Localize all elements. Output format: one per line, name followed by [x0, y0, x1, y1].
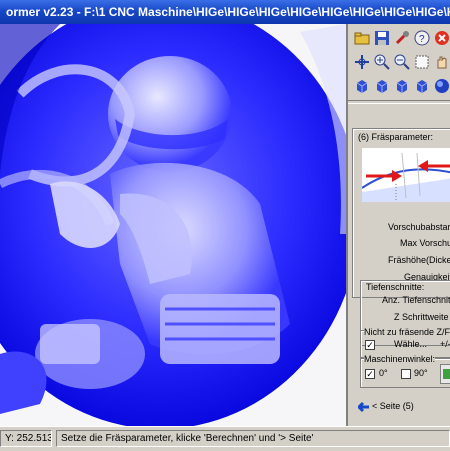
- view-cube-top-icon[interactable]: [394, 78, 410, 94]
- fraeshoehe-label: Fräshöhe(Dicke):: [388, 255, 450, 265]
- back-page-label: < Seite (5): [372, 401, 414, 411]
- angle-90-checkbox[interactable]: [401, 369, 411, 379]
- right-panel: ? (6) Fräsparameter: Vorschubabsta Max V…: [346, 24, 450, 426]
- angle-90-label: 90°: [414, 368, 428, 378]
- zoom-in-icon[interactable]: [374, 54, 390, 70]
- relief-render: [0, 24, 346, 426]
- waehle-label[interactable]: Wähle...: [394, 339, 427, 349]
- anz-tiefenschnitte-label: Anz. Tiefenschnitte:: [382, 295, 450, 305]
- tool-preview: [361, 148, 450, 202]
- zoom-out-icon[interactable]: [394, 54, 410, 70]
- toolbar-separator: [348, 100, 450, 104]
- tool-icon[interactable]: [394, 30, 410, 46]
- nicht-zu-fraesende-title: Nicht zu fräsende Z/Farb: [364, 327, 450, 337]
- view-cube-iso-icon[interactable]: [414, 78, 430, 94]
- window-titlebar: ormer v2.23 - F:\1 CNC Maschine\HIGe\HIG…: [0, 0, 450, 24]
- window-title: ormer v2.23 - F:\1 CNC Maschine\HIGe\HIG…: [6, 5, 450, 19]
- back-page-button[interactable]: < Seite (5): [354, 398, 414, 416]
- zoom-window-icon[interactable]: [414, 54, 430, 70]
- angle-0-label: 0°: [379, 368, 388, 378]
- angle-0-checkbox[interactable]: ✓: [365, 369, 375, 379]
- calc-button[interactable]: [440, 364, 450, 384]
- view-cube-front-icon[interactable]: [354, 78, 370, 94]
- open-folder-icon[interactable]: [354, 30, 370, 46]
- z-schrittweite-label: Z Schrittweite: [394, 312, 449, 322]
- plusminus-label: +/-: [440, 339, 450, 349]
- status-coords: Y: 252.513: [0, 430, 52, 447]
- maschinenwinkel-title: Maschinenwinkel:: [364, 354, 436, 364]
- status-bar: Y: 252.513 Setze die Fräsparameter, klic…: [0, 426, 450, 451]
- hand-icon[interactable]: [434, 54, 450, 70]
- tiefenschnitte-title: Tiefenschnitte:: [366, 282, 425, 292]
- move-icon[interactable]: [354, 54, 370, 70]
- max-vorschub-label: Max Vorschub:: [400, 238, 450, 248]
- section-title: (6) Fräsparameter:: [358, 132, 434, 142]
- relief-viewport[interactable]: [0, 24, 346, 426]
- close-icon[interactable]: [434, 30, 450, 46]
- help-icon[interactable]: ?: [414, 30, 430, 46]
- status-message: Setze die Fräsparameter, klicke 'Berechn…: [56, 430, 450, 447]
- save-icon[interactable]: [374, 30, 390, 46]
- sphere-icon[interactable]: [434, 78, 450, 94]
- waehle-checkbox[interactable]: ✓: [365, 340, 375, 350]
- vorschubabstand-label: Vorschubabstand:: [388, 222, 450, 232]
- svg-text:?: ?: [419, 34, 425, 45]
- arrow-left-icon: [358, 401, 369, 413]
- view-cube-side-icon[interactable]: [374, 78, 390, 94]
